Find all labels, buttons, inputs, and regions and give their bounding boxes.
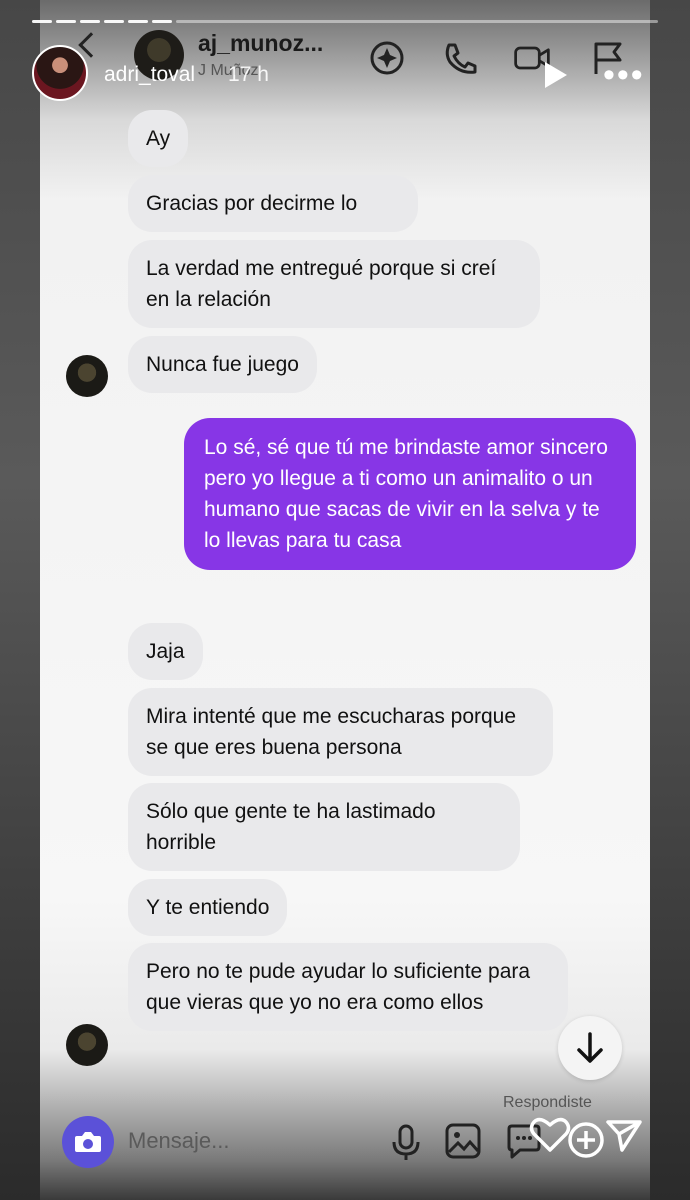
sparkle-icon[interactable]	[367, 38, 407, 78]
plus-circle-icon[interactable]	[566, 1120, 606, 1160]
message-input[interactable]	[128, 1126, 348, 1156]
message-received[interactable]: Pero no te pude ayudar lo suficiente par…	[128, 943, 568, 1031]
play-icon[interactable]	[545, 62, 567, 88]
message-received[interactable]: Ay	[128, 110, 189, 167]
phone-icon[interactable]	[440, 38, 480, 78]
story-avatar[interactable]	[32, 45, 88, 101]
message-sent[interactable]: Lo sé, sé que tú me brindaste amor since…	[184, 418, 636, 570]
arrow-down-icon	[577, 1032, 603, 1063]
story-username[interactable]: adri_toval	[104, 63, 195, 87]
message-received[interactable]: Mira intenté que me escucharas porque se…	[128, 688, 553, 776]
message-received[interactable]: Gracias por decirme lo	[128, 175, 418, 232]
image-icon[interactable]	[444, 1122, 482, 1160]
message-received[interactable]: Nunca fue juego	[128, 336, 317, 393]
camera-icon	[75, 1132, 101, 1152]
message-received[interactable]: Sólo que gente te ha lastimado horrible	[128, 783, 520, 871]
message-received[interactable]: Jaja	[128, 623, 203, 680]
message-received[interactable]: La verdad me entregué porque si creí en …	[128, 240, 540, 328]
sender-avatar[interactable]	[66, 355, 108, 397]
message-received[interactable]: Y te entiendo	[128, 879, 288, 936]
story-left-backdrop	[0, 0, 40, 1200]
story-progress-bar	[32, 20, 658, 23]
dm-username[interactable]: aj_munoz...	[198, 30, 323, 57]
microphone-icon[interactable]	[388, 1122, 424, 1162]
more-options-icon[interactable]: •••	[603, 58, 645, 92]
message-composer	[58, 1110, 642, 1172]
scroll-to-bottom-button[interactable]	[558, 1016, 622, 1080]
send-icon[interactable]	[604, 1116, 644, 1156]
camera-button[interactable]	[62, 1116, 114, 1168]
sender-avatar[interactable]	[66, 1024, 108, 1066]
story-time: 17 h	[228, 63, 269, 86]
story-right-backdrop	[650, 0, 690, 1200]
